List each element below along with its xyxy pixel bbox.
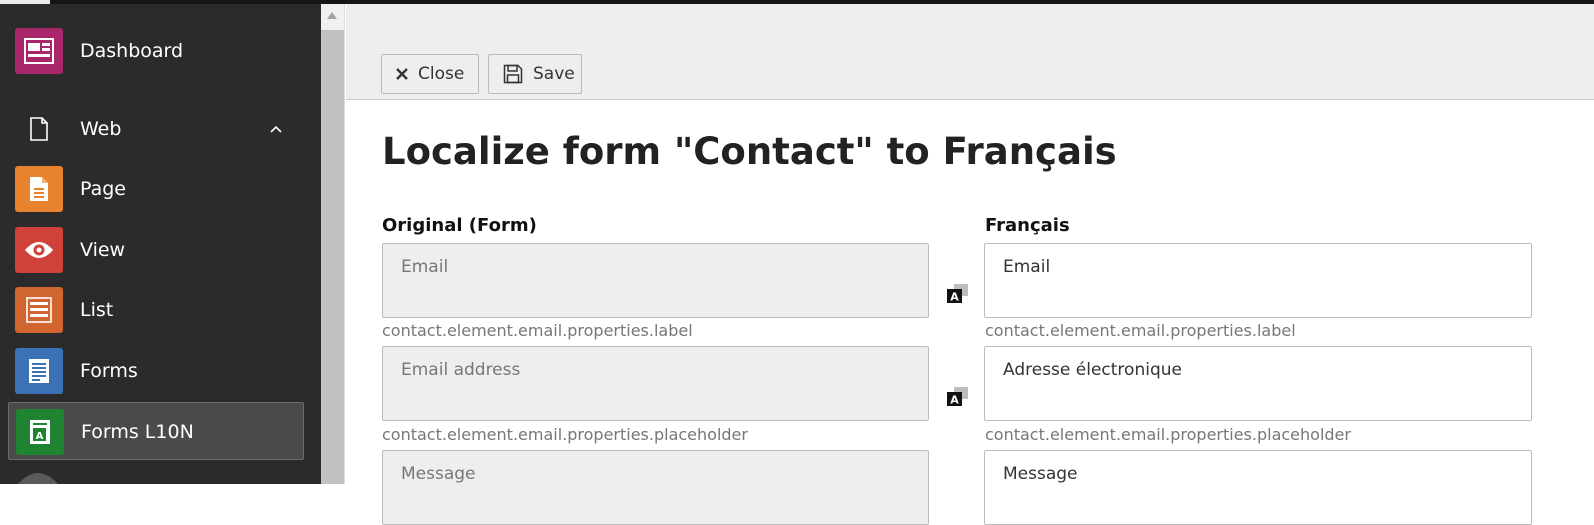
sidebar-item-label: Forms: [80, 360, 138, 382]
page-icon: [15, 166, 63, 212]
close-button[interactable]: Close: [381, 54, 479, 94]
close-icon: [396, 68, 408, 80]
forms-icon: [15, 348, 63, 394]
scrollbar-thumb[interactable]: [321, 30, 344, 484]
translate-icon[interactable]: A: [946, 385, 970, 407]
forms-l10n-icon: A: [16, 409, 64, 455]
save-button-label: Save: [533, 64, 575, 84]
scroll-up-arrow-icon[interactable]: [327, 12, 337, 19]
save-icon: [503, 64, 523, 84]
view-icon: [15, 227, 63, 273]
original-value-field: Email: [382, 243, 929, 318]
translation-input[interactable]: Adresse électronique: [984, 346, 1532, 421]
translation-field-key: contact.element.email.properties.placeho…: [985, 425, 1351, 444]
list-icon: [15, 287, 63, 333]
sidebar-item-label: List: [80, 299, 114, 321]
module-menu: Dashboard Web Page View List Forms A For…: [0, 4, 321, 484]
original-field-key: contact.element.email.properties.label: [382, 321, 693, 340]
sidebar-item-dashboard[interactable]: Dashboard: [8, 22, 304, 80]
translation-input[interactable]: Message: [984, 450, 1532, 525]
dashboard-icon: [15, 28, 63, 74]
sidebar-item-view[interactable]: View: [8, 221, 304, 279]
sidebar-item-label: View: [80, 239, 126, 261]
original-column-heading: Original (Form): [382, 215, 537, 236]
sidebar-item-label: Dashboard: [80, 40, 184, 62]
partial-module-icon: [18, 473, 58, 484]
translation-field-key: contact.element.email.properties.label: [985, 321, 1296, 340]
web-page-icon: [15, 106, 63, 152]
sidebar-item-label: Web: [80, 118, 122, 140]
original-value-field: Message: [382, 450, 929, 525]
sidebar-item-label: Forms L10N: [81, 421, 194, 443]
save-button[interactable]: Save: [488, 54, 582, 94]
translate-icon[interactable]: A: [946, 282, 970, 304]
original-field-key: contact.element.email.properties.placeho…: [382, 425, 748, 444]
sidebar-item-forms[interactable]: Forms: [8, 342, 304, 400]
sidebar-item-list[interactable]: List: [8, 281, 304, 339]
svg-text:A: A: [950, 291, 959, 304]
close-button-label: Close: [418, 64, 465, 84]
sidebar-item-forms-l10n[interactable]: A Forms L10N: [8, 402, 304, 460]
scrollbar[interactable]: [321, 4, 345, 484]
sidebar-group-web[interactable]: Web: [8, 100, 304, 158]
target-language-heading: Français: [985, 215, 1070, 236]
svg-text:A: A: [36, 431, 44, 442]
sidebar-item-page[interactable]: Page: [8, 160, 304, 218]
page-title: Localize form "Contact" to Français: [382, 130, 1117, 173]
translation-input[interactable]: Email: [984, 243, 1532, 318]
original-value-field: Email address: [382, 346, 929, 421]
svg-text:A: A: [950, 394, 959, 407]
chevron-up-icon[interactable]: [270, 123, 282, 135]
doc-header-toolbar: Close Save: [346, 4, 1594, 100]
sidebar-item-label: Page: [80, 178, 126, 200]
